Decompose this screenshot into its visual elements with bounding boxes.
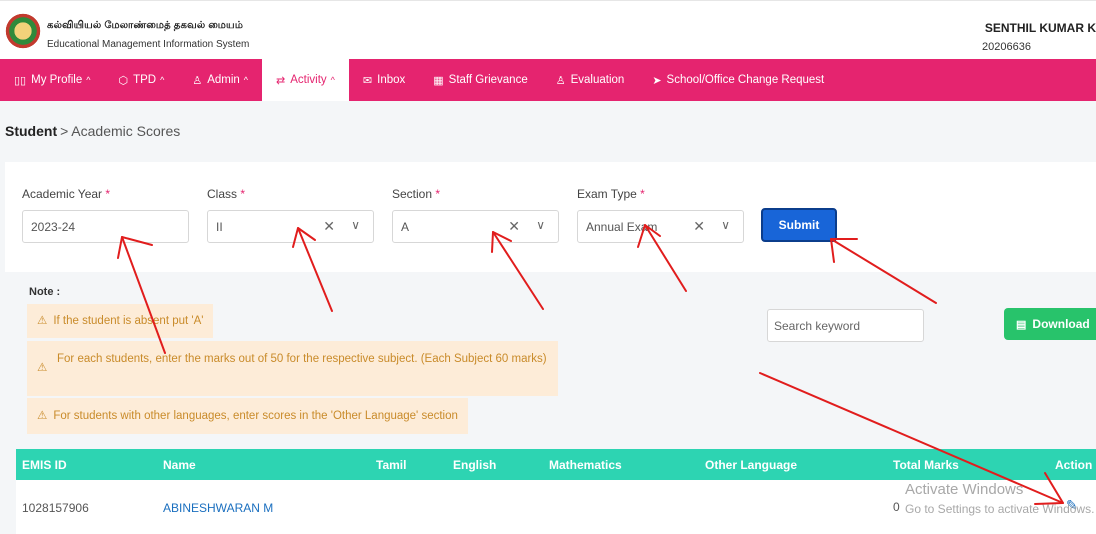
clear-icon[interactable]: ✕ bbox=[693, 218, 705, 235]
exam-type-label-text: Exam Type bbox=[577, 187, 637, 201]
class-value: II bbox=[216, 219, 223, 234]
academic-year-label: Academic Year * bbox=[22, 187, 110, 201]
nav-label: My Profile bbox=[31, 74, 83, 86]
chevron-up-icon: ^ bbox=[243, 75, 249, 85]
user-gear-icon: ♙ bbox=[192, 74, 203, 87]
search-input[interactable]: Search keyword bbox=[767, 309, 924, 342]
cube-icon: ⬡ bbox=[118, 74, 129, 87]
nav-evaluation[interactable]: ♙ Evaluation bbox=[542, 59, 639, 101]
top-header: கல்வியியல் மேலாண்மைத் தகவல் மையம் Educat… bbox=[0, 0, 1096, 59]
nav-label: Inbox bbox=[377, 74, 406, 86]
academic-year-label-text: Academic Year bbox=[22, 187, 103, 201]
required-marker: * bbox=[640, 187, 645, 201]
download-label: Download bbox=[1032, 317, 1090, 331]
main-nav: ▯▯ My Profile ^ ⬡ TPD ^ ♙ Admin ^ ⇄ Acti… bbox=[0, 59, 1096, 101]
col-action: Action bbox=[1055, 458, 1093, 472]
nav-label: School/Office Change Request bbox=[666, 74, 825, 86]
col-name[interactable]: Name bbox=[163, 458, 196, 472]
activate-windows-subtext: Go to Settings to activate Windows. bbox=[905, 502, 1095, 516]
section-select[interactable]: A ✕ ∨ bbox=[392, 210, 559, 243]
class-label-text: Class bbox=[207, 187, 238, 201]
cell-total-marks: 0 bbox=[893, 500, 900, 514]
nav-school-office-change-request[interactable]: ➤ School/Office Change Request bbox=[638, 59, 838, 101]
chevron-down-icon[interactable]: ∨ bbox=[351, 218, 360, 232]
nav-tpd[interactable]: ⬡ TPD ^ bbox=[104, 59, 178, 101]
exam-type-select[interactable]: Annual Exam ✕ ∨ bbox=[577, 210, 744, 243]
tn-government-logo-icon bbox=[5, 13, 41, 53]
submit-button[interactable]: Submit bbox=[761, 208, 837, 242]
person-icon: ♙ bbox=[555, 74, 566, 87]
section-label-text: Section bbox=[392, 187, 433, 201]
chevron-up-icon: ^ bbox=[86, 75, 91, 85]
cell-student-name[interactable]: ABINESHWARAN M bbox=[163, 501, 273, 515]
warning-icon: ⚠ bbox=[37, 410, 48, 422]
nav-label: Staff Grievance bbox=[448, 74, 528, 86]
required-marker: * bbox=[105, 187, 111, 201]
academic-year-field[interactable]: 2023-24 bbox=[22, 210, 189, 243]
clear-icon[interactable]: ✕ bbox=[508, 218, 520, 235]
clear-icon[interactable]: ✕ bbox=[323, 218, 335, 235]
exam-type-value: Annual Exam bbox=[586, 219, 658, 234]
chevron-down-icon[interactable]: ∨ bbox=[721, 218, 730, 232]
col-emis-id[interactable]: EMIS ID bbox=[22, 458, 67, 472]
breadcrumb-current: Academic Scores bbox=[71, 123, 181, 139]
warning-icon: ⚠ bbox=[37, 362, 48, 374]
file-download-icon: ▤ bbox=[1016, 318, 1027, 331]
swap-icon: ⇄ bbox=[276, 74, 286, 87]
col-other-language[interactable]: Other Language bbox=[705, 458, 797, 472]
col-mathematics[interactable]: Mathematics bbox=[549, 458, 622, 472]
chevron-down-icon[interactable]: ∨ bbox=[536, 218, 545, 232]
academic-year-value: 2023-24 bbox=[31, 219, 76, 234]
nav-label: Evaluation bbox=[570, 74, 625, 86]
section-label: Section * bbox=[392, 187, 440, 201]
activate-windows-watermark: Activate Windows bbox=[905, 481, 1024, 498]
user-id: 20206636 bbox=[982, 41, 1031, 53]
section-value: A bbox=[401, 219, 410, 234]
col-english[interactable]: English bbox=[453, 458, 496, 472]
site-title: Educational Management Information Syste… bbox=[47, 39, 250, 50]
note-title: Note : bbox=[29, 286, 61, 298]
warning-icon: ⚠ bbox=[37, 315, 48, 327]
nav-admin[interactable]: ♙ Admin ^ bbox=[178, 59, 262, 101]
chevron-up-icon: ^ bbox=[160, 75, 165, 85]
user-name[interactable]: SENTHIL KUMAR K bbox=[985, 21, 1096, 35]
nav-label: Activity bbox=[290, 74, 327, 86]
book-icon: ▯▯ bbox=[14, 74, 27, 87]
nav-my-profile[interactable]: ▯▯ My Profile ^ bbox=[0, 59, 104, 101]
breadcrumb: Student > Academic Scores bbox=[5, 123, 180, 139]
required-marker: * bbox=[435, 187, 441, 201]
note-item: ⚠ For each students, enter the marks out … bbox=[27, 341, 558, 396]
nav-inbox[interactable]: ✉ Inbox bbox=[349, 59, 419, 101]
note-item: ⚠ If the student is absent put 'A' bbox=[27, 304, 214, 338]
note-text: If the student is absent put 'A' bbox=[53, 315, 204, 327]
class-label: Class * bbox=[207, 187, 245, 201]
breadcrumb-separator: > bbox=[60, 123, 69, 139]
cell-emis-id: 1028157906 bbox=[22, 501, 89, 515]
note-text: For students with other languages, enter… bbox=[53, 410, 458, 422]
nav-label: TPD bbox=[133, 74, 157, 86]
grid-icon: ▦ bbox=[433, 74, 444, 87]
chevron-up-icon: ^ bbox=[330, 75, 335, 85]
note-item: ⚠ For students with other languages, ente… bbox=[27, 398, 468, 434]
exam-type-label: Exam Type * bbox=[577, 187, 645, 201]
col-tamil[interactable]: Tamil bbox=[376, 458, 406, 472]
class-select[interactable]: II ✕ ∨ bbox=[207, 210, 374, 243]
nav-activity[interactable]: ⇄ Activity ^ bbox=[262, 59, 349, 101]
send-icon: ➤ bbox=[652, 74, 662, 87]
col-total-marks[interactable]: Total Marks bbox=[893, 458, 959, 472]
tamil-site-title: கல்வியியல் மேலாண்மைத் தகவல் மையம் bbox=[47, 20, 244, 31]
breadcrumb-root[interactable]: Student bbox=[5, 123, 57, 139]
required-marker: * bbox=[240, 187, 246, 201]
note-text: For each students, enter the marks out o… bbox=[57, 353, 547, 365]
download-button[interactable]: ▤ Download bbox=[1004, 308, 1096, 340]
nav-label: Admin bbox=[207, 74, 240, 86]
mail-icon: ✉ bbox=[362, 74, 373, 87]
nav-staff-grievance[interactable]: ▦ Staff Grievance bbox=[419, 59, 541, 101]
